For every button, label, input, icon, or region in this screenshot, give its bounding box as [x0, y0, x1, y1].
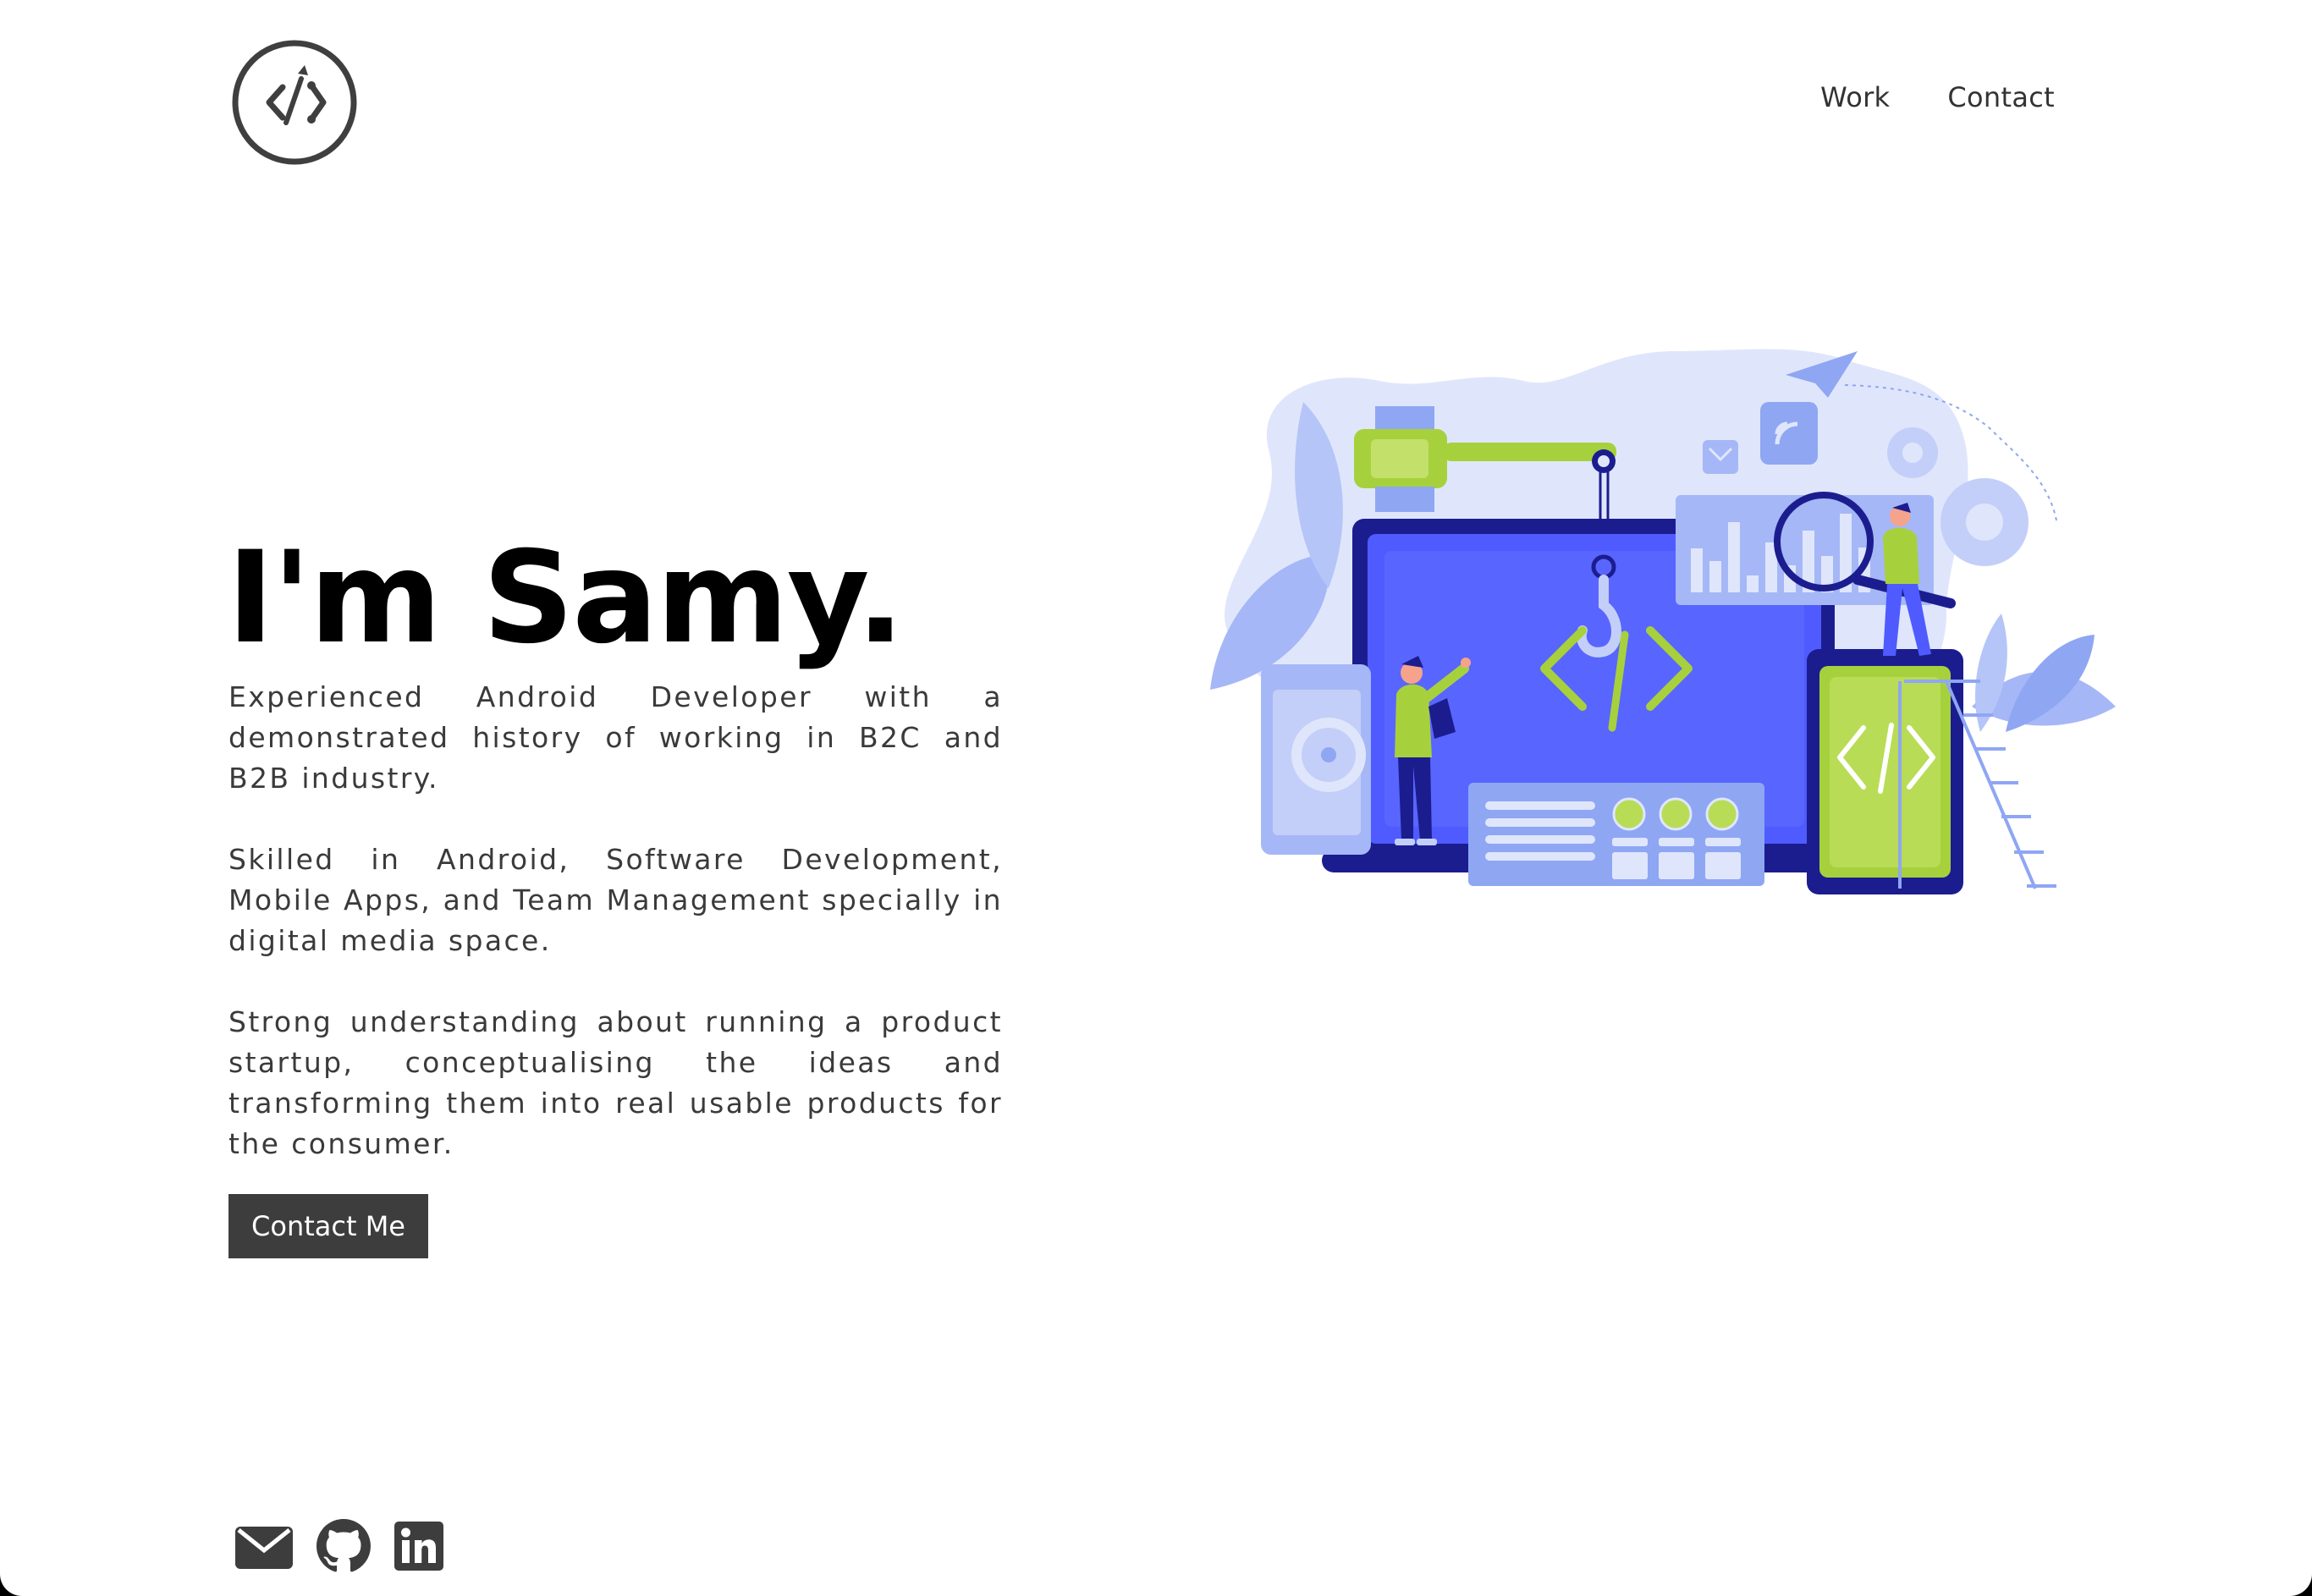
developer-illustration-icon: [1210, 349, 2116, 894]
portfolio-page: Work Contact I'm Samy. Experienced Andro…: [0, 0, 2312, 1596]
social-links: [235, 1519, 443, 1573]
page-title: I'm Samy.: [227, 525, 905, 672]
linkedin-icon: [394, 1522, 443, 1571]
bio-paragraph-2: Skilled in Android, Software Development…: [228, 843, 1003, 957]
bio: Experienced Android Developer with a dem…: [228, 677, 1003, 1164]
nav-contact[interactable]: Contact: [1947, 81, 2055, 113]
github-icon: [317, 1519, 371, 1572]
top-nav: Work Contact: [1820, 81, 2055, 113]
github-link[interactable]: [317, 1519, 371, 1573]
bio-paragraph-3: Strong understanding about running a pro…: [228, 1005, 1003, 1160]
mail-icon: [235, 1527, 293, 1569]
logo-icon[interactable]: [230, 38, 359, 167]
person-figure: [1883, 527, 1919, 584]
bio-paragraph-1: Experienced Android Developer with a dem…: [228, 680, 1003, 795]
linkedin-link[interactable]: [394, 1522, 443, 1571]
wifi-icon: [1760, 402, 1818, 465]
mail-link[interactable]: [235, 1523, 293, 1569]
contact-me-button[interactable]: Contact Me: [228, 1194, 428, 1258]
code-pen-logo-icon: [232, 40, 357, 165]
nav-work[interactable]: Work: [1820, 81, 1890, 113]
mail-small-icon: [1703, 440, 1738, 474]
